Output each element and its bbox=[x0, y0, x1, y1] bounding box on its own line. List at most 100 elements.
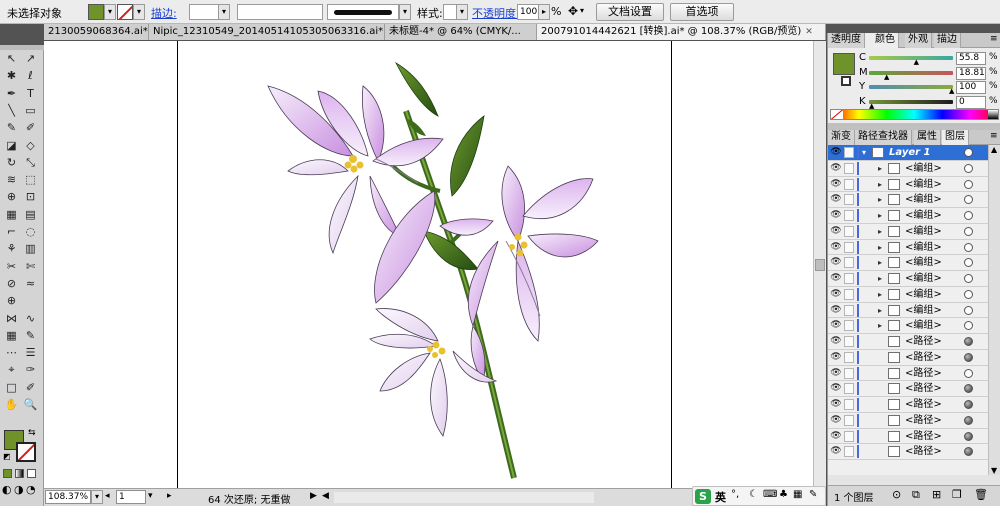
lily-artwork[interactable] bbox=[178, 41, 673, 488]
scroll-down-icon[interactable]: ▼ bbox=[991, 466, 997, 475]
default-colors-icon[interactable]: ◩ bbox=[3, 452, 11, 461]
eyedropper-tool-icon[interactable]: ⌐ bbox=[3, 224, 20, 239]
lock-toggle[interactable] bbox=[844, 446, 854, 458]
target-icon[interactable] bbox=[964, 179, 973, 189]
lock-toggle[interactable] bbox=[844, 225, 854, 237]
visibility-eye-icon[interactable]: 👁 bbox=[830, 210, 842, 221]
warp-tool-icon[interactable]: ≋ bbox=[3, 172, 20, 187]
group-row[interactable]: 👁 ▸ <编组> bbox=[828, 286, 1000, 303]
path-row[interactable]: 👁 <路径> bbox=[828, 444, 1000, 460]
opacity-field[interactable]: 100 bbox=[517, 4, 539, 20]
visibility-eye-icon[interactable]: 👁 bbox=[830, 147, 842, 158]
lock-toggle[interactable] bbox=[844, 336, 854, 347]
horizontal-scrollbar[interactable] bbox=[334, 492, 594, 503]
visibility-eye-icon[interactable]: 👁 bbox=[830, 431, 842, 442]
punctuation-icon[interactable]: °, bbox=[731, 489, 739, 500]
knife-alt-tool-icon[interactable]: ✑ bbox=[22, 362, 39, 377]
expand-arrow-icon[interactable]: ▸ bbox=[878, 271, 882, 286]
visibility-eye-icon[interactable]: 👁 bbox=[830, 305, 842, 316]
target-icon[interactable] bbox=[964, 163, 973, 173]
perspective-grid-tool-icon[interactable]: ⊡ bbox=[22, 189, 39, 204]
visibility-eye-icon[interactable]: 👁 bbox=[830, 179, 842, 190]
gradient-tool-icon[interactable]: ▤ bbox=[22, 207, 39, 222]
delete-layer-icon[interactable]: 🗑 bbox=[974, 488, 988, 501]
tab-document-2[interactable]: Nipic_12310549_20140514105305063316.ai*✕ bbox=[149, 24, 385, 40]
chart-tool-icon[interactable]: ▦ bbox=[3, 328, 20, 343]
make-clipping-mask-icon[interactable]: ⧉ bbox=[912, 488, 920, 502]
lock-toggle[interactable] bbox=[844, 194, 854, 206]
path-row[interactable]: 👁 <路径> bbox=[828, 397, 1000, 413]
paintbrush-tool-icon[interactable]: ✎ bbox=[3, 120, 20, 135]
group-row[interactable]: 👁 ▸ <编组> bbox=[828, 176, 1000, 193]
recolor-icon[interactable]: ✥ bbox=[568, 4, 578, 18]
color-fill-swatch[interactable] bbox=[833, 53, 855, 75]
expand-arrow-icon[interactable]: ▸ bbox=[878, 224, 882, 239]
width-tool-icon[interactable]: ≈ bbox=[22, 276, 39, 291]
shape-builder-tool-icon[interactable]: ⊕ bbox=[3, 189, 20, 204]
lock-toggle[interactable] bbox=[844, 399, 854, 410]
draw-behind-icon[interactable]: ◑ bbox=[14, 483, 24, 496]
group-row[interactable]: 👁 ▸ <编组> bbox=[828, 160, 1000, 177]
list-tool-icon[interactable]: ☰ bbox=[22, 345, 39, 360]
group-row[interactable]: 👁 ▸ <编组> bbox=[828, 192, 1000, 208]
target-icon[interactable] bbox=[964, 195, 973, 205]
zoom-dropdown[interactable]: ▾ bbox=[91, 490, 103, 504]
lock-toggle[interactable] bbox=[844, 351, 854, 363]
target-icon[interactable] bbox=[964, 447, 973, 457]
path-row[interactable]: 👁 <路径> bbox=[828, 381, 1000, 397]
channel-value[interactable]: 55.8 bbox=[956, 52, 986, 65]
toolbox-grip[interactable] bbox=[0, 45, 44, 50]
perspective-tool-icon[interactable]: ⊕ bbox=[3, 293, 20, 308]
lasso-tool-icon[interactable]: ℓ bbox=[22, 68, 39, 83]
artboard-alt-tool-icon[interactable]: □ bbox=[3, 380, 20, 395]
style-dropdown[interactable]: ▾ bbox=[456, 4, 468, 20]
target-icon[interactable] bbox=[964, 258, 973, 268]
group-row[interactable]: 👁 ▸ <编组> bbox=[828, 255, 1000, 271]
crop-tool-icon[interactable]: ⌖ bbox=[3, 362, 20, 377]
target-icon[interactable] bbox=[964, 384, 973, 394]
fill-dropdown[interactable]: ▾ bbox=[104, 4, 116, 20]
free-transform-tool-icon[interactable]: ⬚ bbox=[22, 172, 39, 187]
draw-normal-icon[interactable]: ◐ bbox=[2, 483, 12, 496]
magic-wand-tool-icon[interactable]: ✱ bbox=[3, 68, 20, 83]
visibility-eye-icon[interactable]: 👁 bbox=[830, 242, 842, 253]
status-menu-icon[interactable]: ▶ bbox=[310, 491, 317, 501]
lock-toggle[interactable] bbox=[844, 178, 854, 190]
visibility-eye-icon[interactable]: 👁 bbox=[830, 289, 842, 300]
path-row[interactable]: 👁 <路径> bbox=[828, 349, 1000, 366]
scroll-left-icon[interactable]: ◀ bbox=[322, 491, 329, 501]
expand-arrow-icon[interactable]: ▸ bbox=[878, 192, 882, 207]
pencil-tool-icon[interactable]: ✐ bbox=[22, 120, 39, 135]
layers-scrollbar[interactable]: ▲ ▼ bbox=[988, 145, 1000, 475]
group-row[interactable]: 👁 ▸ <编组> bbox=[828, 239, 1000, 256]
scroll-thumb[interactable] bbox=[815, 259, 825, 271]
channel-value[interactable]: 18.81 bbox=[956, 66, 986, 80]
none-color-icon[interactable] bbox=[831, 110, 843, 119]
next-page-icon[interactable]: ▸ bbox=[167, 491, 172, 501]
prev-page-icon[interactable]: ◂ bbox=[105, 491, 110, 501]
knife-tool-icon[interactable]: ✄ bbox=[22, 259, 39, 274]
lock-toggle[interactable] bbox=[844, 288, 854, 300]
symbol-sprayer-tool-icon[interactable]: ⚘ bbox=[3, 241, 20, 256]
blob-brush-tool-icon[interactable]: ◪ bbox=[3, 138, 20, 153]
mesh-tool-icon[interactable]: ▦ bbox=[3, 207, 20, 222]
visibility-eye-icon[interactable]: 👁 bbox=[830, 273, 842, 284]
target-icon[interactable] bbox=[964, 226, 973, 236]
direct-selection-tool-icon[interactable]: ↗ bbox=[22, 51, 39, 66]
expand-arrow-icon[interactable]: ▸ bbox=[878, 303, 882, 318]
lock-toggle[interactable] bbox=[844, 304, 854, 316]
channel-value[interactable]: 0 bbox=[956, 95, 986, 109]
visibility-eye-icon[interactable]: 👁 bbox=[830, 352, 842, 363]
type-tool-icon[interactable]: T bbox=[22, 86, 39, 101]
tab-gradient[interactable]: 渐变 bbox=[828, 130, 855, 145]
group-row[interactable]: 👁 ▸ <编组> bbox=[828, 223, 1000, 240]
channel-slider[interactable] bbox=[869, 70, 953, 75]
path-row[interactable]: 👁 <路径> bbox=[828, 412, 1000, 429]
tab-color[interactable]: 颜色 bbox=[865, 33, 899, 48]
target-icon[interactable] bbox=[964, 274, 973, 283]
artboard[interactable] bbox=[177, 41, 672, 488]
draw-inside-icon[interactable]: ◔ bbox=[26, 483, 36, 496]
stroke-dropdown[interactable]: ▾ bbox=[133, 4, 145, 20]
visibility-eye-icon[interactable]: 👁 bbox=[830, 320, 842, 331]
panel-menu-icon[interactable]: ≡ bbox=[990, 131, 998, 141]
